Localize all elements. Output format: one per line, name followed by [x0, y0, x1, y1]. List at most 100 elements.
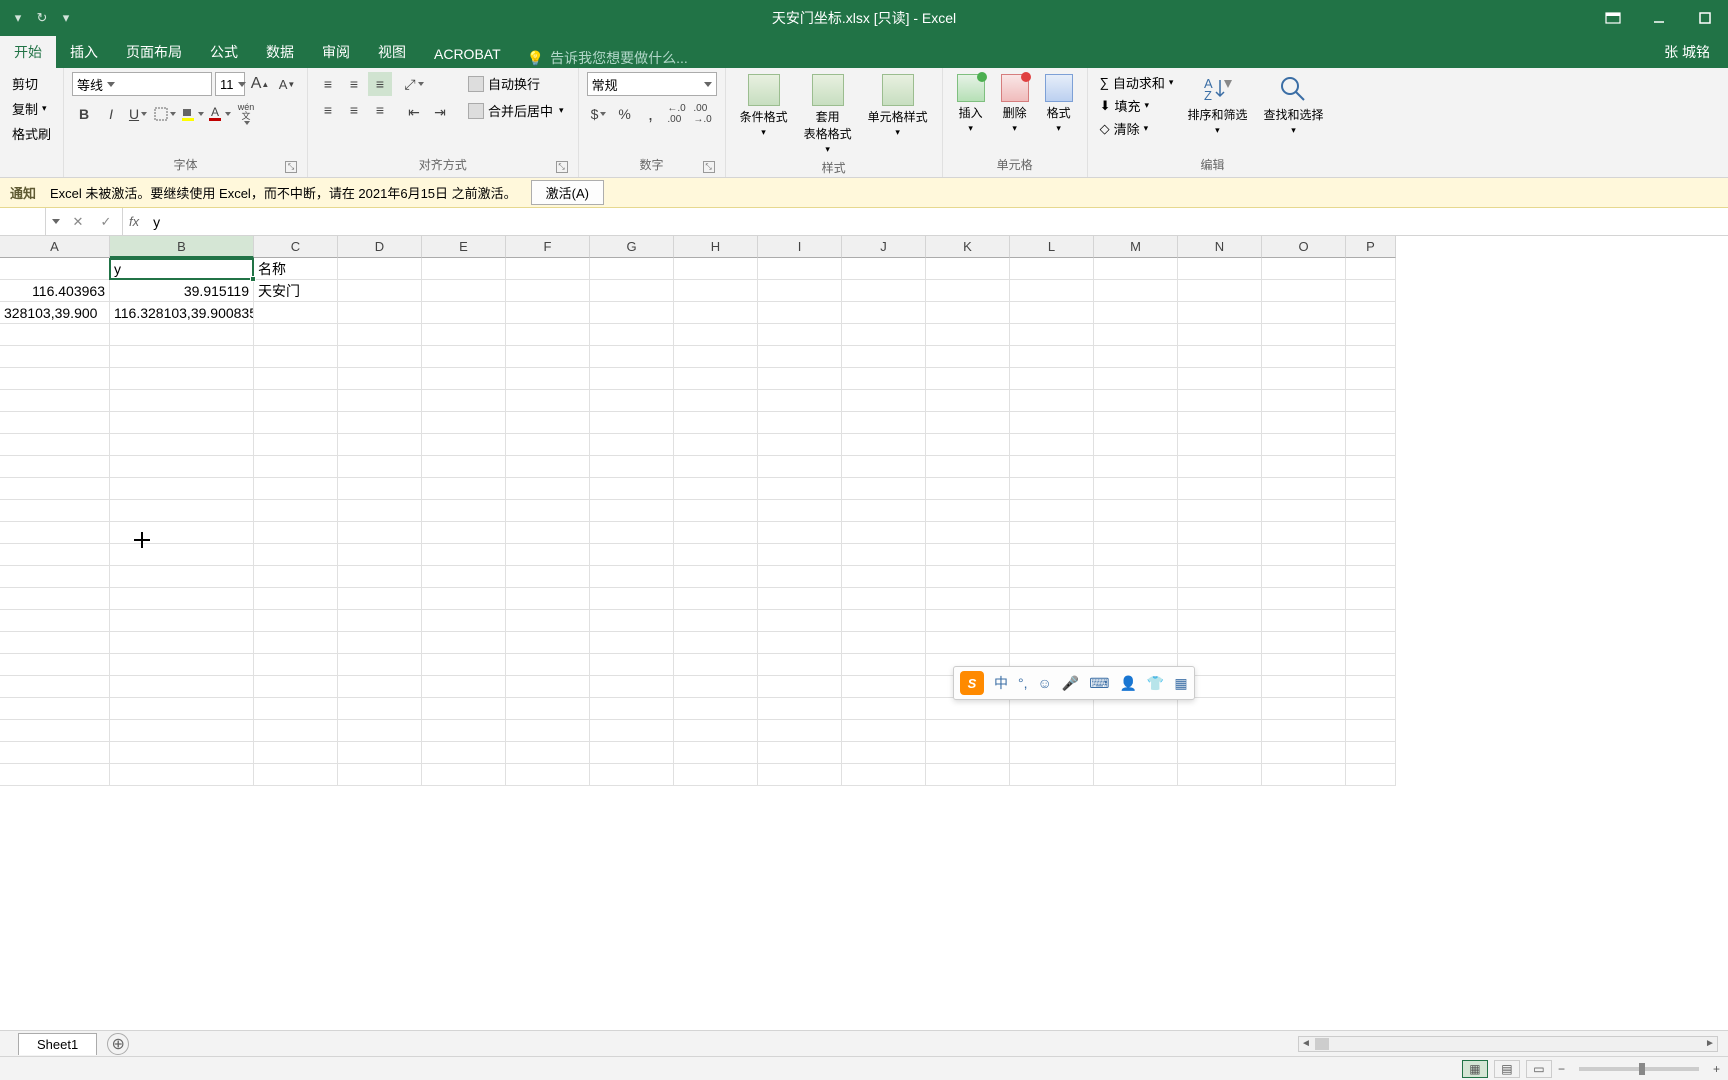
activate-button[interactable]: 激活(A): [531, 180, 604, 205]
cell[interactable]: [1262, 302, 1346, 324]
cell[interactable]: [422, 544, 506, 566]
column-header[interactable]: E: [422, 236, 506, 258]
redo-icon[interactable]: ↻: [32, 8, 52, 28]
zoom-slider[interactable]: [1579, 1067, 1699, 1071]
cell[interactable]: [926, 478, 1010, 500]
cell[interactable]: [1094, 346, 1178, 368]
cell[interactable]: [842, 654, 926, 676]
cell[interactable]: [1178, 280, 1262, 302]
cell[interactable]: [0, 412, 110, 434]
page-break-view-icon[interactable]: ▭: [1526, 1060, 1552, 1078]
cell[interactable]: [1094, 720, 1178, 742]
cell[interactable]: [842, 346, 926, 368]
cell[interactable]: [338, 478, 422, 500]
cell[interactable]: [254, 764, 338, 786]
cell[interactable]: 天安门: [254, 280, 338, 302]
cell[interactable]: [422, 368, 506, 390]
cell[interactable]: [422, 412, 506, 434]
cell[interactable]: [1346, 456, 1396, 478]
cell[interactable]: [1094, 522, 1178, 544]
cell[interactable]: [110, 742, 254, 764]
cell[interactable]: [1262, 698, 1346, 720]
cell[interactable]: [422, 610, 506, 632]
cell[interactable]: [674, 720, 758, 742]
ime-keyboard-icon[interactable]: ⌨: [1089, 675, 1109, 692]
cell[interactable]: [842, 456, 926, 478]
fill-handle[interactable]: [250, 276, 256, 282]
cell[interactable]: [506, 588, 590, 610]
cell[interactable]: [926, 566, 1010, 588]
cell[interactable]: [110, 412, 254, 434]
cell[interactable]: [1010, 632, 1094, 654]
cell[interactable]: 116.403963: [0, 280, 110, 302]
cell[interactable]: [0, 456, 110, 478]
percent-format-icon[interactable]: %: [613, 102, 637, 126]
cell[interactable]: [674, 434, 758, 456]
add-sheet-button[interactable]: ⊕: [107, 1033, 129, 1055]
cell[interactable]: [590, 610, 674, 632]
cell[interactable]: [506, 412, 590, 434]
font-size-combo[interactable]: 11: [215, 72, 245, 96]
cell[interactable]: [1178, 544, 1262, 566]
cell[interactable]: [1094, 280, 1178, 302]
accept-formula-icon[interactable]: ✓: [96, 214, 116, 230]
cell[interactable]: [758, 566, 842, 588]
cell[interactable]: [926, 390, 1010, 412]
column-header[interactable]: F: [506, 236, 590, 258]
cell[interactable]: [590, 302, 674, 324]
cell[interactable]: [1262, 544, 1346, 566]
cell[interactable]: [1178, 764, 1262, 786]
cell[interactable]: [0, 368, 110, 390]
column-header[interactable]: I: [758, 236, 842, 258]
cell[interactable]: [1094, 610, 1178, 632]
cell[interactable]: [590, 676, 674, 698]
cell[interactable]: [422, 698, 506, 720]
cell[interactable]: [926, 764, 1010, 786]
fx-icon[interactable]: fx: [123, 208, 145, 235]
cell[interactable]: [842, 434, 926, 456]
cell[interactable]: [422, 302, 506, 324]
cell[interactable]: [1346, 346, 1396, 368]
merge-center-button[interactable]: 合并后居中▾: [462, 99, 570, 122]
ime-toolbox-icon[interactable]: ▦: [1174, 675, 1187, 692]
cell[interactable]: [0, 566, 110, 588]
cell[interactable]: [422, 346, 506, 368]
cell[interactable]: [338, 522, 422, 544]
cell[interactable]: [422, 390, 506, 412]
cell[interactable]: [758, 412, 842, 434]
cell[interactable]: [1010, 566, 1094, 588]
cell[interactable]: [254, 632, 338, 654]
cell[interactable]: [842, 698, 926, 720]
cell[interactable]: [674, 346, 758, 368]
column-header[interactable]: J: [842, 236, 926, 258]
tab-acrobat[interactable]: ACROBAT: [420, 40, 515, 68]
cell[interactable]: [674, 456, 758, 478]
cell[interactable]: [0, 742, 110, 764]
cell[interactable]: [926, 720, 1010, 742]
cell[interactable]: [506, 676, 590, 698]
cell[interactable]: [254, 742, 338, 764]
cell[interactable]: [1010, 280, 1094, 302]
cell[interactable]: [842, 764, 926, 786]
cell[interactable]: [674, 654, 758, 676]
column-header[interactable]: G: [590, 236, 674, 258]
cell[interactable]: [674, 566, 758, 588]
cell[interactable]: [674, 478, 758, 500]
cell[interactable]: [0, 522, 110, 544]
account-username[interactable]: 张 城铭: [1664, 42, 1710, 62]
cell[interactable]: [338, 588, 422, 610]
cell[interactable]: [110, 588, 254, 610]
cell[interactable]: [422, 456, 506, 478]
cell[interactable]: [758, 544, 842, 566]
cell[interactable]: [1346, 588, 1396, 610]
cell[interactable]: [758, 720, 842, 742]
phonetic-button[interactable]: wén文: [234, 102, 258, 126]
cell[interactable]: [842, 302, 926, 324]
cell[interactable]: [590, 280, 674, 302]
cell[interactable]: [0, 346, 110, 368]
cell[interactable]: [1094, 742, 1178, 764]
format-cells-button[interactable]: 格式▾: [1039, 72, 1079, 136]
cell[interactable]: [926, 522, 1010, 544]
cell[interactable]: [590, 720, 674, 742]
cell[interactable]: [338, 368, 422, 390]
